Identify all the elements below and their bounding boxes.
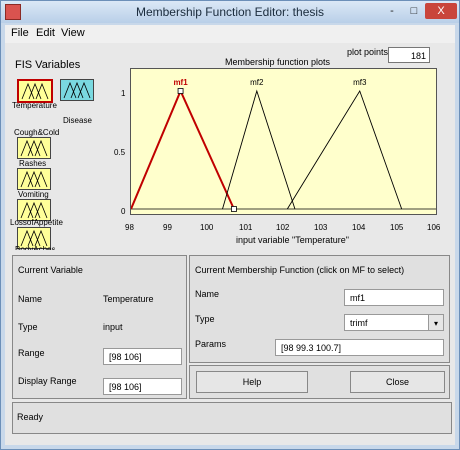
disease-variable-icon[interactable] [60, 79, 94, 101]
params-field[interactable]: [98 99.3 100.7] [275, 339, 444, 356]
membership-plot-svg: mf1 mf2 mf3 [130, 78, 436, 212]
plot-points-label: plot points: [347, 47, 391, 57]
cough-cold-variable-label: Cough&Cold [14, 128, 60, 137]
mf-type-select[interactable]: trimf ▾ [344, 314, 444, 331]
mf-label-mf1: mf1 [173, 78, 188, 87]
plot-points-field[interactable]: 181 [388, 47, 430, 63]
x-tick-label: 103 [314, 223, 328, 232]
mf-vertex-handle[interactable] [231, 206, 237, 212]
range-label: Range [18, 348, 45, 358]
chevron-down-icon[interactable]: ▾ [428, 315, 443, 330]
vomiting-variable-label: Vomiting [18, 190, 49, 199]
y-tick-label: 1 [121, 89, 126, 98]
display-range-field[interactable]: [98 106] [103, 378, 182, 395]
x-tick-label: 100 [200, 223, 214, 232]
mf-type-value: trimf [350, 318, 368, 328]
name-label: Name [18, 294, 43, 304]
x-tick-label: 99 [163, 223, 172, 232]
cough-cold-variable-icon[interactable] [17, 137, 51, 159]
status-bar: Ready [12, 402, 452, 434]
x-tick-label: 104 [352, 223, 366, 232]
range-field[interactable]: [98 106] [103, 348, 182, 365]
x-tick-label: 102 [276, 223, 290, 232]
x-axis-label: input variable "Temperature" [236, 235, 349, 245]
variable-type-value: input [103, 322, 123, 332]
menu-edit[interactable]: Edit [36, 27, 55, 39]
type-label: Type [18, 322, 38, 332]
mf-curve-mf3[interactable] [286, 89, 403, 210]
body-aches-variable-label: BodyAches [15, 245, 56, 250]
loss-of-appetite-variable-label: LossofAppetite [10, 218, 63, 227]
menu-file[interactable]: File [11, 27, 29, 39]
y-tick-label: 0.5 [114, 148, 126, 157]
current-membership-function-panel: Current Membership Function (click on MF… [189, 255, 450, 363]
close-window-button[interactable]: X [425, 3, 457, 19]
title-bar: Membership Function Editor: thesis - □ X [1, 1, 459, 23]
current-variable-panel: Current Variable Name Temperature Type i… [12, 255, 187, 399]
membership-function-plot[interactable]: mf1 mf2 mf3 [130, 68, 437, 215]
fis-variables-heading: FIS Variables [15, 59, 81, 71]
plot-title: Membership function plots [225, 57, 331, 67]
params-label: Params [195, 339, 227, 349]
x-tick-label: 98 [125, 223, 134, 232]
mf-name-label: Name [195, 289, 220, 299]
status-text: Ready [17, 412, 44, 422]
editor-content: FIS Variables Temperature Disease Cough&… [5, 43, 455, 445]
close-button[interactable]: Close [350, 371, 445, 393]
x-tick-label: 101 [239, 223, 253, 232]
current-variable-heading: Current Variable [18, 265, 83, 275]
x-tick-label: 106 [427, 223, 441, 232]
display-range-label: Display Range [18, 376, 77, 386]
help-button[interactable]: Help [196, 371, 308, 393]
variable-name-value: Temperature [103, 294, 154, 304]
mf-vertex-handle[interactable] [177, 88, 184, 94]
rashes-variable-icon[interactable] [17, 168, 51, 190]
mf-curve-mf2[interactable] [222, 89, 296, 210]
mf-label-mf2: mf2 [250, 78, 264, 87]
membership-function-editor-window: Membership Function Editor: thesis - □ X… [0, 0, 460, 450]
current-mf-heading: Current Membership Function (click on MF… [195, 265, 405, 275]
disease-variable-label: Disease [63, 116, 92, 125]
rashes-variable-label: Rashes [19, 159, 47, 168]
mf-name-field[interactable]: mf1 [344, 289, 444, 306]
button-panel: Help Close [189, 365, 450, 399]
maximize-button[interactable]: □ [403, 3, 425, 19]
menu-view[interactable]: View [61, 27, 85, 39]
temperature-variable-icon[interactable] [17, 79, 53, 103]
mf-curve-mf1[interactable] [130, 88, 235, 210]
mf-type-label: Type [195, 314, 215, 324]
temperature-variable-label: Temperature [12, 101, 57, 110]
y-tick-label: 0 [121, 207, 126, 216]
menu-bar: File Edit View [5, 25, 455, 43]
mf-label-mf3: mf3 [353, 78, 367, 87]
x-tick-label: 105 [390, 223, 404, 232]
minimize-button[interactable]: - [381, 3, 403, 19]
